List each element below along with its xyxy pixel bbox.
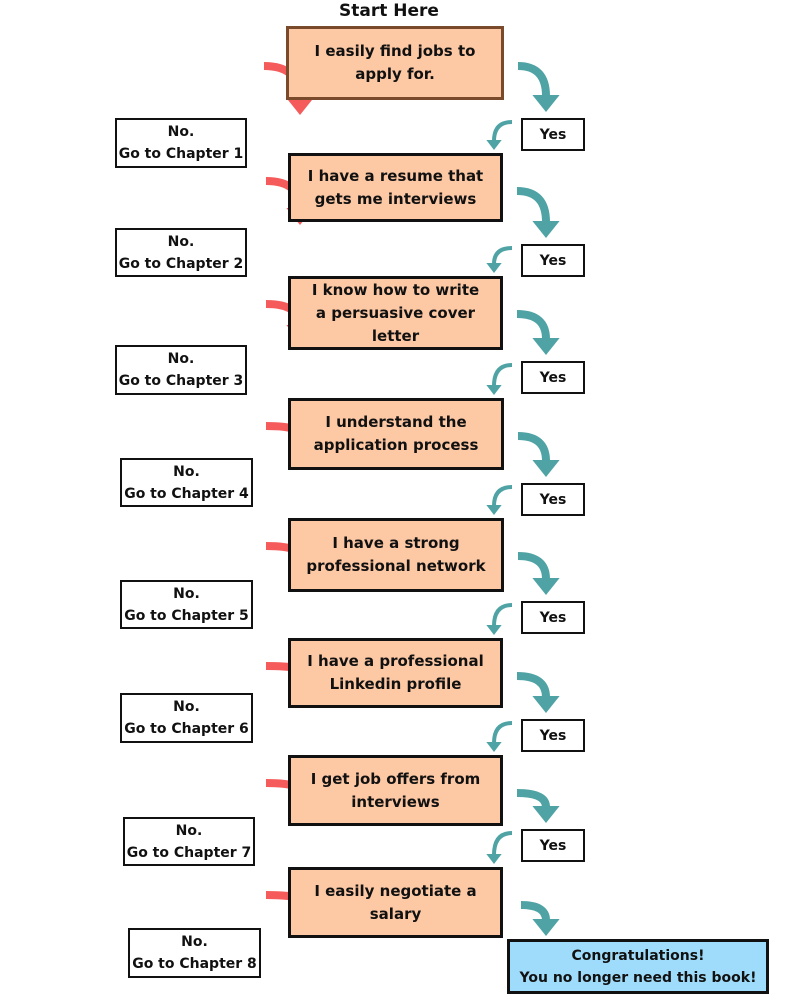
question-box: I understand the application process: [288, 398, 504, 470]
yes-to-next-arrow-icon: [486, 363, 513, 395]
yes-to-next-arrow-icon: [486, 485, 513, 515]
yes-arrow-icon: [517, 552, 560, 595]
question-box: I have a professional Linkedin profile: [288, 638, 503, 708]
question-box: I easily negotiate a salary: [288, 867, 503, 938]
question-box: I have a resume that gets me interviews: [288, 153, 503, 222]
yes-box: Yes: [521, 483, 585, 516]
yes-arrow-icon: [516, 187, 560, 238]
yes-box: Yes: [521, 361, 585, 394]
yes-arrow-icon: [517, 62, 560, 112]
yes-to-next-arrow-icon: [486, 246, 513, 273]
question-box: I know how to write a persuasive cover l…: [288, 276, 503, 350]
yes-to-next-arrow-icon: [486, 831, 513, 864]
no-chapter-box: No. Go to Chapter 7: [123, 817, 255, 866]
yes-box: Yes: [521, 118, 585, 151]
yes-to-next-arrow-icon: [486, 721, 513, 752]
yes-arrow-icon: [516, 672, 560, 713]
yes-arrow-icon: [516, 789, 560, 823]
question-box: I easily find jobs to apply for.: [286, 26, 504, 100]
no-chapter-box: No. Go to Chapter 1: [115, 118, 247, 168]
yes-to-next-arrow-icon: [486, 603, 513, 635]
no-chapter-box: No. Go to Chapter 4: [120, 458, 253, 507]
no-chapter-box: No. Go to Chapter 5: [120, 580, 253, 629]
question-box: I get job offers from interviews: [288, 755, 503, 826]
no-chapter-box: No. Go to Chapter 6: [120, 693, 253, 743]
yes-box: Yes: [521, 601, 585, 634]
no-chapter-box: No. Go to Chapter 8: [128, 928, 261, 978]
yes-box: Yes: [521, 829, 585, 862]
result-box: Congratulations! You no longer need this…: [507, 939, 769, 994]
yes-box: Yes: [521, 244, 585, 277]
no-chapter-box: No. Go to Chapter 2: [115, 228, 247, 277]
yes-arrow-icon: [516, 310, 560, 355]
yes-arrow-icon: [520, 901, 560, 936]
question-box: I have a strong professional network: [288, 518, 504, 592]
yes-box: Yes: [521, 719, 585, 752]
no-chapter-box: No. Go to Chapter 3: [115, 345, 247, 395]
yes-arrow-icon: [517, 432, 560, 477]
yes-to-next-arrow-icon: [486, 120, 513, 150]
